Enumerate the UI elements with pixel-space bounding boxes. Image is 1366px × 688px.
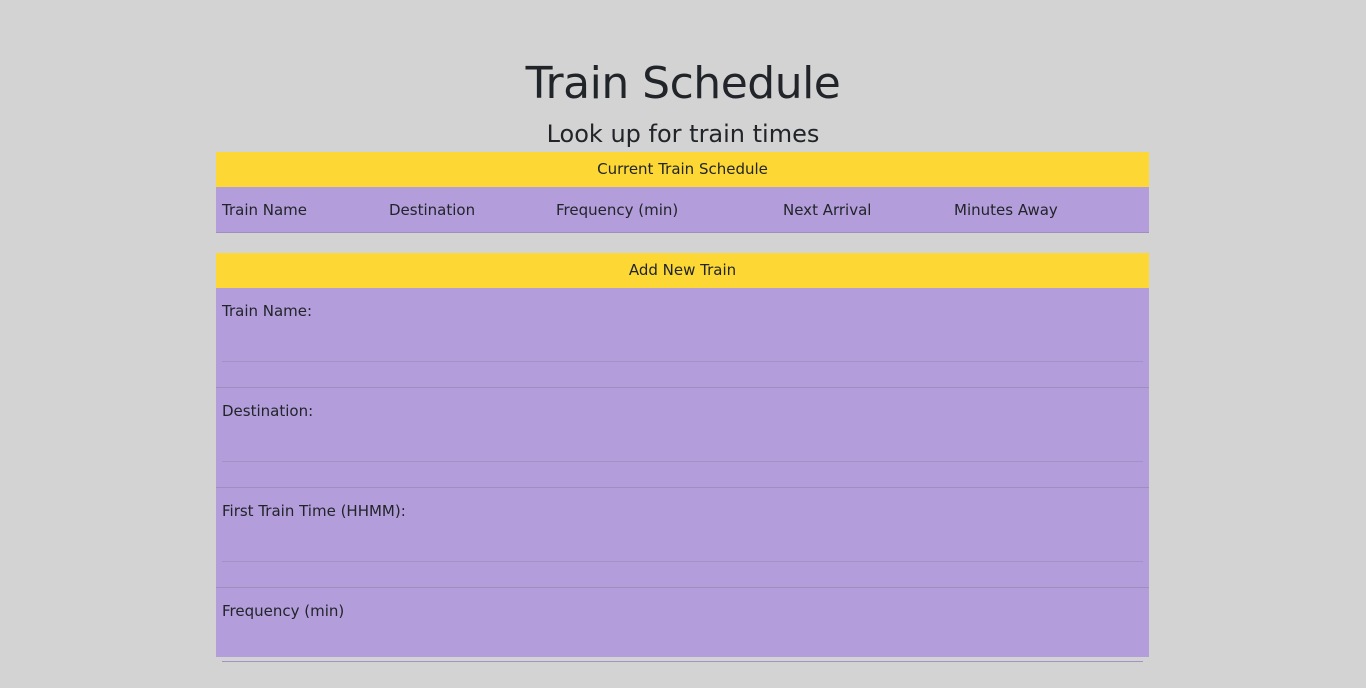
destination-label: Destination: xyxy=(222,402,314,420)
destination-group: Destination: xyxy=(216,388,1149,488)
schedule-table-header: Train Name Destination Frequency (min) N… xyxy=(216,187,1149,232)
first-train-time-input[interactable] xyxy=(222,526,1143,562)
schedule-panel: Current Train Schedule Train Name Destin… xyxy=(216,152,1149,233)
page-title: Train Schedule xyxy=(525,58,841,110)
column-header-train-name: Train Name xyxy=(222,201,308,219)
train-name-label: Train Name: xyxy=(222,302,313,320)
column-header-destination: Destination xyxy=(389,201,476,219)
train-name-group: Train Name: xyxy=(216,288,1149,388)
page-subtitle: Look up for train times xyxy=(546,120,820,148)
frequency-label: Frequency (min) xyxy=(222,602,345,620)
add-train-panel-heading: Add New Train xyxy=(216,253,1149,288)
column-header-minutes-away: Minutes Away xyxy=(954,201,1058,219)
schedule-panel-heading: Current Train Schedule xyxy=(216,152,1149,187)
column-header-frequency: Frequency (min) xyxy=(556,201,679,219)
destination-input[interactable] xyxy=(222,426,1143,462)
column-header-next-arrival: Next Arrival xyxy=(783,201,872,219)
frequency-group: Frequency (min) xyxy=(216,588,1149,688)
train-name-input[interactable] xyxy=(222,326,1143,362)
first-train-time-group: First Train Time (HHMM): xyxy=(216,488,1149,588)
first-train-time-label: First Train Time (HHMM): xyxy=(222,502,406,520)
add-train-panel: Add New Train Train Name: Destination: F… xyxy=(216,253,1149,662)
